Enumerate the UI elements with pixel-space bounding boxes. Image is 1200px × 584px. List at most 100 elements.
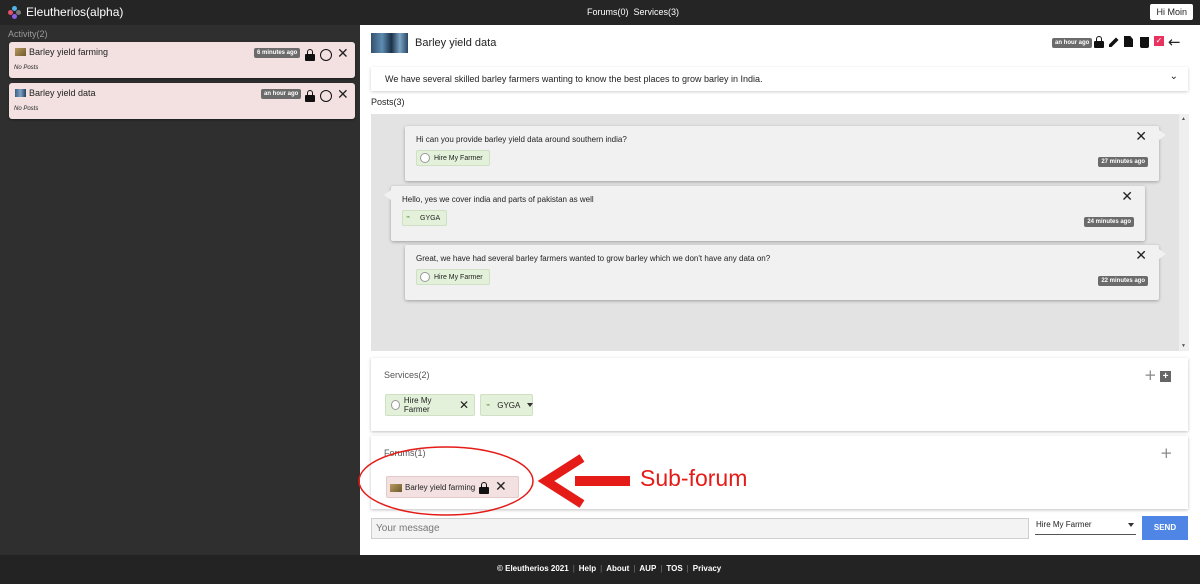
forum-detail: Barley yield data an hour ago ✓ ← We hav… xyxy=(360,25,1200,555)
close-icon[interactable]: ✕ xyxy=(337,47,349,61)
service-chip[interactable]: Hire My Farmer ✕ xyxy=(385,394,475,416)
send-button[interactable]: SEND xyxy=(1142,516,1188,540)
activity-label: Activity(2) xyxy=(8,29,48,39)
close-icon[interactable]: ✕ xyxy=(1135,130,1147,144)
services-card: Services(2) + + Hire My Farmer ✕ ⌁ GYGA xyxy=(371,358,1188,431)
brand[interactable]: Eleutherios(alpha) xyxy=(8,5,123,19)
posts-label: Posts(3) xyxy=(371,97,405,107)
remove-service-icon[interactable]: ✕ xyxy=(459,399,469,411)
forum-thumbnail xyxy=(390,484,402,492)
forum-image xyxy=(371,33,408,53)
close-icon[interactable]: ✕ xyxy=(495,480,507,494)
post-item: Hi can you provide barley yield data aro… xyxy=(405,126,1166,181)
add-icon[interactable]: + xyxy=(1144,368,1157,383)
footer-separator: | xyxy=(633,564,636,573)
message-input[interactable]: Your message xyxy=(371,518,1029,539)
post-item: Great, we have had several barley farmer… xyxy=(405,245,1166,300)
lock-icon[interactable] xyxy=(305,90,315,102)
subforums-label: Forums(1) xyxy=(384,448,426,458)
add-icon[interactable]: + xyxy=(1160,446,1173,461)
nav-services-link[interactable]: Services(3) xyxy=(634,7,680,17)
footer: © Eleutherios 2021 | Help | About | AUP … xyxy=(0,555,1200,584)
close-icon[interactable]: ✕ xyxy=(337,88,349,102)
post-item: Hello, yes we cover india and parts of p… xyxy=(384,186,1145,241)
footer-copyright: © Eleutherios 2021 xyxy=(497,564,569,573)
post-text: Hi can you provide barley yield data aro… xyxy=(416,135,627,144)
forum-thumbnail xyxy=(15,89,26,97)
service-logo-icon xyxy=(420,272,430,282)
caret-down-icon xyxy=(1128,523,1134,527)
subforum-chip[interactable]: Barley yield farming ✕ xyxy=(386,476,519,498)
service-chip[interactable]: Hire My Farmer xyxy=(416,269,490,285)
checkbox-icon[interactable]: ✓ xyxy=(1154,36,1164,46)
post-text: Hello, yes we cover india and parts of p… xyxy=(402,195,594,204)
subforum-title: Barley yield farming xyxy=(405,483,476,492)
lock-icon[interactable] xyxy=(1094,36,1104,48)
time-badge: an hour ago xyxy=(261,89,302,99)
footer-link-help[interactable]: Help xyxy=(579,564,596,573)
time-badge: 24 minutes ago xyxy=(1084,217,1134,227)
subforums-card: Forums(1) + Barley yield farming ✕ xyxy=(371,436,1188,509)
footer-link-aup[interactable]: AUP xyxy=(639,564,656,573)
forum-thumbnail xyxy=(15,48,26,56)
scroll-down-icon[interactable]: ▼ xyxy=(1181,343,1186,349)
footer-separator: | xyxy=(660,564,663,573)
footer-link-privacy[interactable]: Privacy xyxy=(693,564,721,573)
service-name: Hire My Farmer xyxy=(434,154,483,162)
service-logo-icon: ⌁ xyxy=(486,402,491,409)
activity-item-title: Barley yield data xyxy=(29,88,96,98)
edit-icon[interactable] xyxy=(1108,36,1120,48)
back-arrow-icon[interactable]: ← xyxy=(1168,35,1181,50)
user-menu-button[interactable]: Hi Moin xyxy=(1150,4,1193,20)
close-icon[interactable]: ✕ xyxy=(1135,249,1147,263)
nav-forums-link[interactable]: Forums(0) xyxy=(587,7,629,17)
document-icon[interactable] xyxy=(1124,36,1133,47)
posts-list[interactable]: Hi can you provide barley yield data aro… xyxy=(371,114,1189,351)
close-icon[interactable]: ✕ xyxy=(1121,190,1133,204)
activity-panel: Activity(2) Barley yield farming No Post… xyxy=(0,25,360,555)
circle-icon[interactable] xyxy=(320,49,332,61)
circle-icon[interactable] xyxy=(320,90,332,102)
service-chip[interactable]: ⌁ GYGA xyxy=(402,210,448,226)
forum-description: We have several skilled barley farmers w… xyxy=(385,74,763,84)
time-badge: 27 minutes ago xyxy=(1098,157,1148,167)
activity-item[interactable]: Barley yield data No Posts an hour ago ✕ xyxy=(9,83,355,119)
service-name: GYGA xyxy=(497,400,521,410)
chevron-down-icon[interactable]: ⌄ xyxy=(1170,71,1178,82)
time-badge: 22 minutes ago xyxy=(1098,276,1148,286)
services-label: Services(2) xyxy=(384,370,430,380)
footer-link-tos[interactable]: TOS xyxy=(666,564,682,573)
forum-title: Barley yield data xyxy=(415,37,497,49)
service-logo-icon xyxy=(420,153,430,163)
forum-description-panel[interactable]: We have several skilled barley farmers w… xyxy=(371,67,1188,91)
footer-link-about[interactable]: About xyxy=(606,564,629,573)
service-name: GYGA xyxy=(420,214,441,222)
service-dropdown-chip[interactable]: ⌁ GYGA xyxy=(480,394,534,416)
activity-item-subtitle: No Posts xyxy=(14,65,39,71)
footer-separator: | xyxy=(572,564,575,573)
app-title: Eleutherios(alpha) xyxy=(26,5,124,19)
time-badge: an hour ago xyxy=(1052,38,1093,48)
service-logo-icon: ⌁ xyxy=(406,214,411,221)
service-name: Hire My Farmer xyxy=(403,396,432,414)
lock-icon[interactable] xyxy=(305,49,315,61)
footer-separator: | xyxy=(686,564,689,573)
post-text: Great, we have had several barley farmer… xyxy=(416,254,771,263)
service-logo-icon xyxy=(391,400,400,410)
footer-separator: | xyxy=(600,564,603,573)
top-nav: Forums(0) Services(3) xyxy=(587,7,679,17)
service-chip[interactable]: Hire My Farmer xyxy=(416,150,490,166)
lock-icon[interactable] xyxy=(479,482,489,494)
scroll-up-icon[interactable]: ▲ xyxy=(1181,116,1186,122)
top-bar: Eleutherios(alpha) Forums(0) Services(3)… xyxy=(0,0,1200,25)
service-select[interactable]: Hire My Farmer xyxy=(1035,518,1136,535)
activity-item[interactable]: Barley yield farming No Posts 6 minutes … xyxy=(9,42,355,78)
activity-item-subtitle: No Posts xyxy=(14,106,39,112)
logo-icon xyxy=(8,5,21,19)
scrollbar[interactable]: ▲ ▼ xyxy=(1179,114,1189,351)
forum-actions: an hour ago ✓ ← xyxy=(1052,35,1192,50)
add-box-icon[interactable]: + xyxy=(1160,371,1171,382)
service-select-value: Hire My Farmer xyxy=(1036,520,1092,529)
service-name: Hire My Farmer xyxy=(434,273,483,281)
delete-icon[interactable] xyxy=(1140,37,1149,48)
